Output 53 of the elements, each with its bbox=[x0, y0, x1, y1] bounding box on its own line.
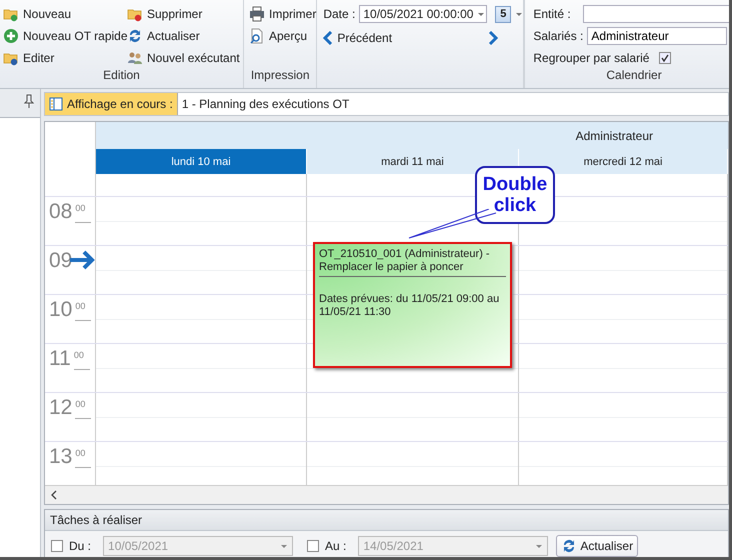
employees-field[interactable]: Administrateur bbox=[587, 27, 728, 45]
refresh-button[interactable]: Actualiser bbox=[556, 535, 638, 557]
callout: Double click bbox=[475, 166, 555, 224]
horizontal-scrollbar[interactable] bbox=[45, 485, 728, 504]
group-label: Impression bbox=[250, 68, 311, 82]
chevron-right-icon[interactable] bbox=[488, 31, 498, 45]
date-field[interactable]: 10/05/2021 00:00:00 bbox=[359, 5, 488, 23]
entity-label: Entité : bbox=[533, 7, 571, 21]
people-icon bbox=[127, 50, 143, 66]
preview-icon bbox=[249, 28, 265, 44]
group-by-label: Regrouper par salarié bbox=[533, 51, 650, 65]
hour-label: 09 bbox=[45, 246, 96, 294]
pin-icon[interactable] bbox=[24, 94, 34, 108]
previous-button[interactable]: Précédent bbox=[323, 27, 392, 49]
resource-name: Administrateur bbox=[576, 128, 653, 142]
dropdown-icon bbox=[280, 542, 288, 550]
printer-icon bbox=[249, 6, 265, 22]
group-label: Edition bbox=[102, 68, 141, 82]
entity-field[interactable] bbox=[582, 5, 729, 23]
event-card[interactable]: OT_210510_001 (Administrateur) - Remplacer le papier à poncer Dates prévues: du 11/05/21 09:00 au 11/05/21 11:30 bbox=[313, 242, 512, 368]
layout-icon bbox=[49, 97, 63, 111]
day-header[interactable]: mardi 11 mai bbox=[307, 149, 519, 174]
add-circle-icon bbox=[3, 28, 19, 44]
date-checkbox[interactable] bbox=[307, 540, 320, 552]
view-name: 1 - Planning des exécutions OT bbox=[180, 97, 350, 111]
refresh-icon bbox=[127, 28, 143, 44]
date-label: Au : bbox=[325, 539, 346, 553]
ribbon-button[interactable]: Imprimer bbox=[249, 3, 316, 25]
chevron-left-icon bbox=[323, 31, 334, 45]
ribbon-button[interactable]: Nouveau OT rapide bbox=[3, 25, 127, 47]
group-by-checkbox[interactable] bbox=[659, 52, 672, 64]
dropdown-icon[interactable] bbox=[515, 10, 524, 18]
day-header[interactable]: mercredi 12 mai bbox=[519, 149, 728, 174]
event-title: OT_210510_001 (Administrateur) - Remplacer le papier à poncer bbox=[319, 248, 506, 277]
group-label: Calendrier bbox=[605, 68, 663, 82]
dropdown-icon bbox=[477, 10, 486, 18]
event-details: Dates prévues: du 11/05/21 09:00 au 11/05/21 11:30 bbox=[319, 293, 500, 319]
ribbon-button[interactable]: Nouvel exécutant bbox=[127, 47, 245, 69]
ribbon-button[interactable]: Aperçu bbox=[249, 25, 316, 47]
ribbon-button[interactable]: Actualiser bbox=[127, 25, 245, 47]
date-label: Du : bbox=[69, 539, 92, 553]
ribbon-button[interactable]: Editer bbox=[3, 47, 127, 69]
date-label: Date : bbox=[323, 7, 356, 21]
dropdown-icon bbox=[535, 542, 544, 550]
day-header[interactable]: lundi 10 mai bbox=[96, 149, 307, 174]
view-label-text: Affichage en cours : bbox=[67, 97, 173, 111]
date-checkbox[interactable] bbox=[51, 540, 63, 552]
calendar-button[interactable]: 5 bbox=[495, 6, 512, 22]
ribbon-button[interactable]: Supprimer bbox=[127, 3, 245, 25]
ribbon-button[interactable]: Nouveau bbox=[3, 3, 127, 25]
scroll-left-icon[interactable] bbox=[51, 490, 57, 500]
employees-label: Salariés : bbox=[533, 29, 584, 43]
tasks-header: Tâches à réaliser bbox=[45, 510, 728, 531]
